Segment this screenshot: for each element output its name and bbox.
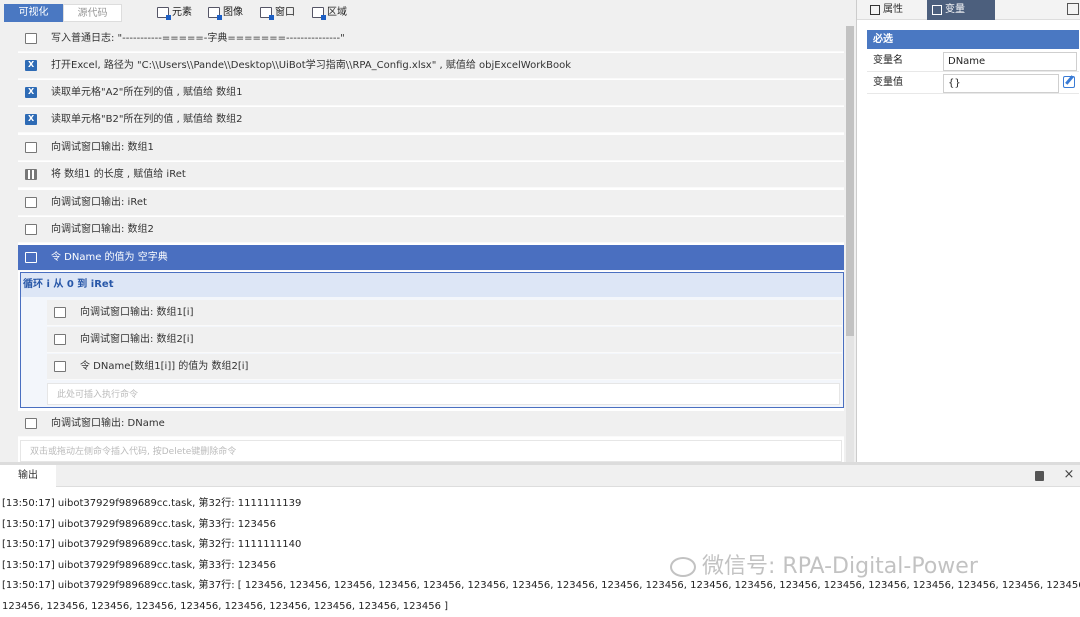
log-line: [13:50:17] uibot37929f989689cc.task, 第37… — [2, 580, 1080, 591]
region-button[interactable]: 区域 — [312, 5, 347, 21]
statement-list: 写入普通日志: "-----------=====-字典=======-----… — [18, 26, 844, 462]
var-name-input[interactable]: DName — [943, 52, 1077, 71]
var-name-row: 变量名 DName — [867, 50, 1079, 72]
window-target-icon — [260, 7, 274, 20]
log-icon — [25, 33, 37, 44]
editor-scrollbar[interactable] — [846, 26, 854, 462]
statement-row[interactable]: 向调试窗口输出: DName — [18, 411, 844, 437]
statement-row[interactable]: 向调试窗口输出: iRet — [18, 190, 844, 216]
console-icon — [25, 197, 37, 208]
loop-insert-hint[interactable]: 此处可插入执行命令 — [47, 383, 840, 405]
image-button[interactable]: 图像 — [208, 5, 243, 21]
statement-row[interactable]: 向调试窗口输出: 数组2 — [18, 217, 844, 243]
scrollbar-thumb[interactable] — [846, 26, 854, 336]
tab-output[interactable]: 输出 — [0, 465, 56, 487]
log-line: [13:50:17] uibot37929f989689cc.task, 第33… — [2, 519, 276, 530]
console-icon — [25, 418, 37, 429]
statement-text: 令 DName[数组1[i]] 的值为 数组2[i] — [80, 361, 249, 372]
statement-text: 令 DName 的值为 空字典 — [51, 252, 168, 263]
var-name-label: 变量名 — [873, 55, 903, 66]
statement-row[interactable]: 将 数组1 的长度 , 赋值给 iRet — [18, 162, 844, 188]
assign-icon — [54, 361, 66, 372]
statement-row[interactable]: 写入普通日志: "-----------=====-字典=======-----… — [18, 26, 844, 52]
image-target-icon — [208, 7, 222, 20]
excel-icon — [25, 87, 37, 98]
panel-expand-icon[interactable] — [1067, 3, 1079, 15]
grid-icon — [25, 169, 37, 180]
editor-toolbar: 可视化 源代码 元素 图像 窗口 区域 — [0, 0, 856, 26]
tab-visual[interactable]: 可视化 — [4, 4, 63, 22]
window-button[interactable]: 窗口 — [260, 5, 295, 21]
loop-statement-row[interactable]: 令 DName[数组1[i]] 的值为 数组2[i] — [47, 354, 842, 380]
statement-text: 向调试窗口输出: DName — [51, 418, 165, 429]
console-icon — [54, 334, 66, 345]
statement-text: 向调试窗口输出: 数组2 — [51, 224, 154, 235]
loop-block[interactable]: 循环 i 从 0 到 iRet 向调试窗口输出: 数组1[i] 向调试窗口输出:… — [20, 272, 844, 408]
statement-row[interactable]: 读取单元格"B2"所在列的值 , 赋值给 数组2 — [18, 107, 844, 133]
trash-icon[interactable] — [1035, 471, 1044, 481]
statement-text: 将 数组1 的长度 , 赋值给 iRet — [51, 169, 186, 180]
tab-properties[interactable]: 属性 — [865, 0, 925, 20]
element-label: 元素 — [172, 7, 192, 18]
tab-properties-label: 属性 — [883, 4, 903, 15]
required-section-header: 必选 — [867, 30, 1079, 49]
statement-text: 向调试窗口输出: 数组2[i] — [80, 334, 194, 345]
info-icon — [870, 5, 880, 15]
output-panel: 输出 × [13:50:17] uibot37929f989689cc.task… — [0, 462, 1080, 617]
var-value-label: 变量值 — [873, 77, 903, 88]
variable-icon — [932, 5, 942, 15]
statement-row[interactable]: 打开Excel, 路径为 "C:\\Users\\Pande\\Desktop\… — [18, 53, 844, 79]
statement-text: 向调试窗口输出: iRet — [51, 197, 147, 208]
element-button[interactable]: 元素 — [157, 5, 192, 21]
insert-command-hint[interactable]: 双击或拖动左侧命令插入代码, 按Delete键删除命令 — [20, 440, 842, 462]
console-icon — [25, 224, 37, 235]
console-icon — [25, 142, 37, 153]
properties-panel: 属性 变量 必选 变量名 DName 变量值 {} — [856, 0, 1080, 462]
loop-header-text: 循环 i 从 0 到 iRet — [23, 279, 114, 290]
close-icon[interactable]: × — [1062, 467, 1076, 483]
tab-variables-label: 变量 — [945, 4, 965, 15]
log-line: [13:50:17] uibot37929f989689cc.task, 第33… — [2, 560, 276, 571]
statement-row[interactable]: 读取单元格"A2"所在列的值 , 赋值给 数组1 — [18, 80, 844, 106]
tab-variables[interactable]: 变量 — [927, 0, 995, 20]
region-label: 区域 — [327, 7, 347, 18]
element-target-icon — [157, 7, 171, 20]
panel-tabs: 属性 变量 — [857, 0, 1080, 20]
excel-icon — [25, 114, 37, 125]
statement-row[interactable]: 向调试窗口输出: 数组1 — [18, 135, 844, 161]
loop-header[interactable]: 循环 i 从 0 到 iRet — [21, 273, 843, 297]
statement-text: 向调试窗口输出: 数组1[i] — [80, 307, 194, 318]
var-value-row: 变量值 {} — [867, 72, 1079, 94]
statement-text: 打开Excel, 路径为 "C:\\Users\\Pande\\Desktop\… — [51, 60, 571, 71]
excel-icon — [25, 60, 37, 71]
log-line: 123456, 123456, 123456, 123456, 123456, … — [2, 601, 449, 612]
statement-text: 写入普通日志: "-----------=====-字典=======-----… — [51, 33, 345, 44]
watermark-text: 微信号: RPA-Digital-Power — [702, 554, 978, 579]
edit-icon[interactable] — [1063, 76, 1075, 88]
watermark: 微信号: RPA-Digital-Power — [670, 548, 978, 580]
log-line: [13:50:17] uibot37929f989689cc.task, 第32… — [2, 498, 302, 509]
log-line: [13:50:17] uibot37929f989689cc.task, 第32… — [2, 539, 302, 550]
tab-source[interactable]: 源代码 — [63, 4, 122, 22]
window-label: 窗口 — [275, 7, 295, 18]
console-icon — [54, 307, 66, 318]
wechat-icon — [670, 557, 696, 577]
statement-text: 向调试窗口输出: 数组1 — [51, 142, 154, 153]
loop-statement-row[interactable]: 向调试窗口输出: 数组1[i] — [47, 300, 842, 326]
output-tabs: 输出 × — [0, 465, 1080, 487]
image-label: 图像 — [223, 7, 243, 18]
var-value-input[interactable]: {} — [943, 74, 1059, 93]
statement-text: 读取单元格"B2"所在列的值 , 赋值给 数组2 — [51, 114, 243, 125]
assign-icon — [25, 252, 37, 263]
statement-text: 读取单元格"A2"所在列的值 , 赋值给 数组1 — [51, 87, 243, 98]
statement-row-selected[interactable]: 令 DName 的值为 空字典 — [18, 245, 844, 271]
region-target-icon — [312, 7, 326, 20]
code-editor: 可视化 源代码 元素 图像 窗口 区域 写入普通日志: "-----------… — [0, 0, 856, 462]
loop-statement-row[interactable]: 向调试窗口输出: 数组2[i] — [47, 327, 842, 353]
